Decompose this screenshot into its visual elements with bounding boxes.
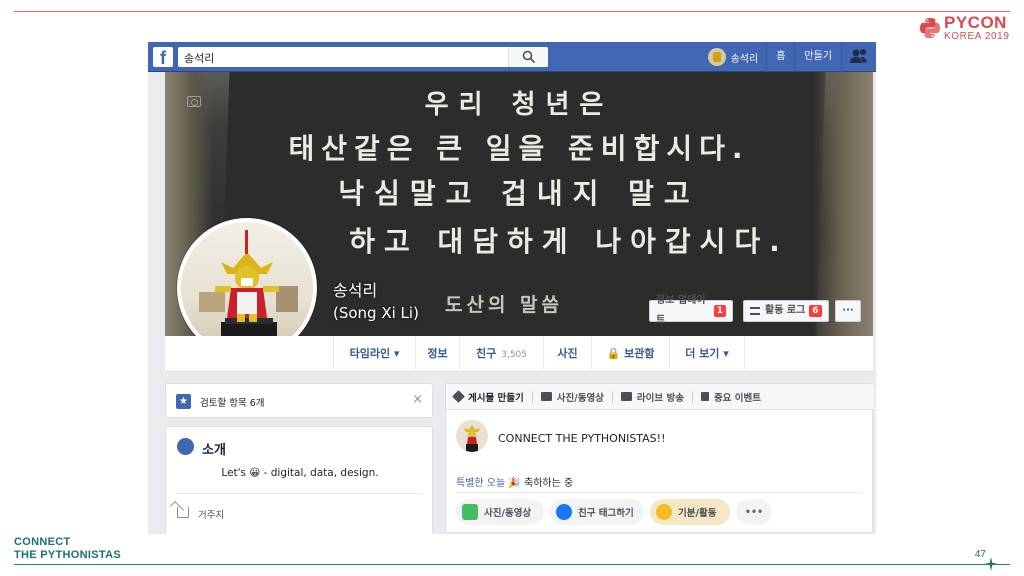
pycon-logo: PYCON KOREA 2019 [918,14,1010,44]
composer-post-text[interactable]: CONNECT THE PYTHONISTAS!! [498,432,666,445]
home-icon [177,507,189,518]
search-button[interactable] [508,47,548,67]
tag-friends-button[interactable]: 친구 태그하기 [550,499,644,525]
tab-about[interactable]: 정보 [415,336,459,372]
tab-friends-label: 친구 [475,347,497,360]
composer-tab-create-post-label: 게시물 만들기 [468,392,524,404]
composer-divider [456,492,862,493]
tab-more[interactable]: 더 보기 ▾ [669,336,745,372]
figurine-avatar-small [464,425,480,452]
review-items-card[interactable]: ★ 검토할 항목 6개 × [165,383,433,418]
facebook-logo-icon[interactable]: f [153,47,173,68]
special-day-label: 특별한 오늘 [456,478,506,489]
flag-icon [700,392,709,401]
composer-tab-create-post[interactable]: 게시물 만들기 [452,390,533,404]
intro-title: 소개 [202,443,226,458]
post-composer: 게시물 만들기 사진/동영상 라이브 방송 중요 이벤트 CONNECT THE… [445,383,874,533]
pycon-year-text: KOREA 2019 [944,31,1010,42]
search-box [178,47,548,68]
composer-tab-photo-video[interactable]: 사진/동영상 [540,390,613,404]
nav-create-link[interactable]: 만들기 [795,42,842,72]
figurine-avatar-image [199,230,298,354]
slide: PYCON KOREA 2019 f 송석리 홈 만들기 [0,0,1024,576]
residence-label[interactable]: 거주지 [198,507,224,521]
search-icon [522,50,536,64]
bottom-divider [14,564,1010,565]
tag-friends-icon [556,504,572,520]
footer-brand-line-2: THE PYTHONISTAS [14,549,121,561]
nav-avatar [707,48,726,66]
top-nav: 송석리 홈 만들기 [700,42,876,72]
update-info-badge: 1 [713,305,726,317]
more-options-button[interactable]: ··· [835,300,861,322]
python-logo-icon [920,18,940,38]
pencil-icon [452,390,465,403]
footer-brand-line-1: CONNECT [14,536,71,548]
photo-video-label: 사진/동영상 [484,508,532,519]
composer-tab-live-label: 라이브 방송 [636,392,684,404]
friends-icon [850,49,867,63]
friends-count: 3,505 [501,350,527,360]
video-camera-icon [620,392,632,401]
tab-photos[interactable]: 사진 [543,336,591,372]
activity-log-button[interactable]: 활동 로그 6 [743,300,829,322]
composer-tab-live[interactable]: 라이브 방송 [620,390,693,404]
activity-log-badge: 6 [809,305,822,317]
intro-bio: Let's 😀 - digital, data, design. [221,467,379,479]
friend-requests-button[interactable] [842,42,876,72]
globe-icon [177,438,194,455]
tab-timeline[interactable]: 타임라인 ▾ [333,336,415,372]
celebrating-label: 🎉 축하하는 중 [508,478,574,489]
cover-text-line-1: 우리 청년은 [424,90,614,120]
facebook-top-bar: f 송석리 홈 만들기 [148,42,876,72]
update-info-button[interactable]: 정보 업데이트 1 [649,295,733,326]
smiley-icon [656,504,672,520]
review-items-label: 검토할 항목 6개 [200,398,265,409]
footer-brand: CONNECT THE PYTHONISTAS [14,536,121,562]
photo-video-button[interactable]: 사진/동영상 [456,499,544,525]
profile-tabs: 타임라인 ▾ 정보 친구 3,505 사진 🔒 보관함 더 보기 ▾ [165,336,873,372]
composer-avatar [456,420,488,452]
cover-text-line-2: 태산같은 큰 일을 준비합시다. [288,132,750,165]
camera-icon [540,392,552,401]
star-icon: ★ [176,394,191,409]
feeling-activity-button[interactable]: 기분/활동 [650,499,730,525]
cover-signature: 도산의 말씀 [445,294,564,316]
special-day-line[interactable]: 특별한 오늘 🎉 축하하는 중 [456,474,573,489]
intro-card: 소개 Let's 😀 - digital, data, design. 거주지 [165,426,433,534]
nav-home-link[interactable]: 홈 [767,42,796,72]
cover-text-line-3: 낙심말고 겁내지 말고 [338,177,700,210]
tag-friends-label: 친구 태그하기 [578,508,634,519]
profile-header: 우리 청년은 태산같은 큰 일을 준비합시다. 낙심말고 겁내지 말고 하고 대… [165,72,873,372]
activity-log-label: 활동 로그 [765,305,806,316]
intro-divider [176,493,422,494]
pycon-brand-text: PYCON [944,13,1007,32]
composer-tab-life-event[interactable]: 중요 이벤트 [700,391,769,404]
search-input[interactable] [178,48,508,68]
update-info-label: 정보 업데이트 [656,295,706,326]
tab-archive[interactable]: 🔒 보관함 [591,336,669,372]
photo-icon [462,504,478,520]
composer-tab-photo-video-label: 사진/동영상 [556,392,604,404]
composer-tab-life-event-label: 중요 이벤트 [713,392,761,404]
feeling-activity-label: 기분/활동 [678,508,717,519]
top-divider [14,11,1010,12]
composer-more-button[interactable]: ••• [736,499,772,525]
facebook-screenshot: f 송석리 홈 만들기 [148,42,876,534]
close-icon[interactable]: × [412,392,423,407]
composer-tabs: 게시물 만들기 사진/동영상 라이브 방송 중요 이벤트 [446,384,874,410]
tab-friends[interactable]: 친구 3,505 [459,336,543,372]
list-icon [750,307,760,315]
profile-name[interactable]: 송석리 [333,277,377,301]
nav-profile-link[interactable]: 송석리 [700,42,768,72]
profile-alternate-name: (Song Xi Li) [333,304,419,322]
nav-user-name: 송석리 [730,53,759,65]
